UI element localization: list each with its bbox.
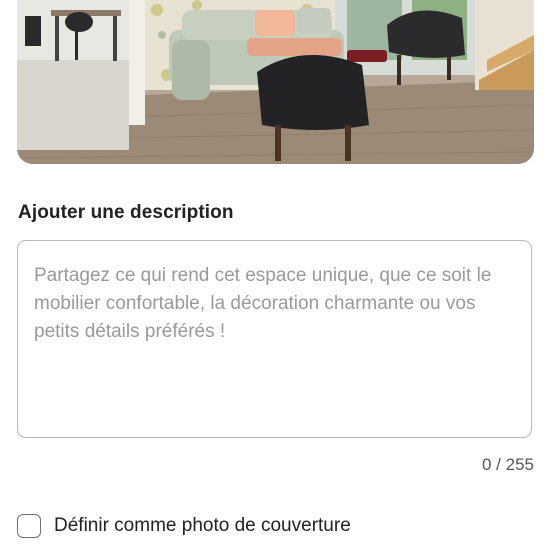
description-box[interactable] — [17, 240, 532, 438]
cover-photo-checkbox[interactable] — [17, 514, 41, 538]
photo-description-screen: Ajouter une description 0 / 255 Définir … — [0, 0, 550, 550]
cover-photo-label[interactable]: Définir comme photo de couverture — [54, 515, 351, 537]
living-room-photo-illustration — [17, 0, 534, 164]
cover-photo-option[interactable]: Définir comme photo de couverture — [17, 512, 351, 540]
description-title: Ajouter une description — [18, 202, 234, 223]
description-textarea[interactable] — [18, 241, 531, 437]
living-room-photo[interactable] — [17, 0, 534, 164]
character-counter: 0 / 255 — [482, 455, 534, 474]
